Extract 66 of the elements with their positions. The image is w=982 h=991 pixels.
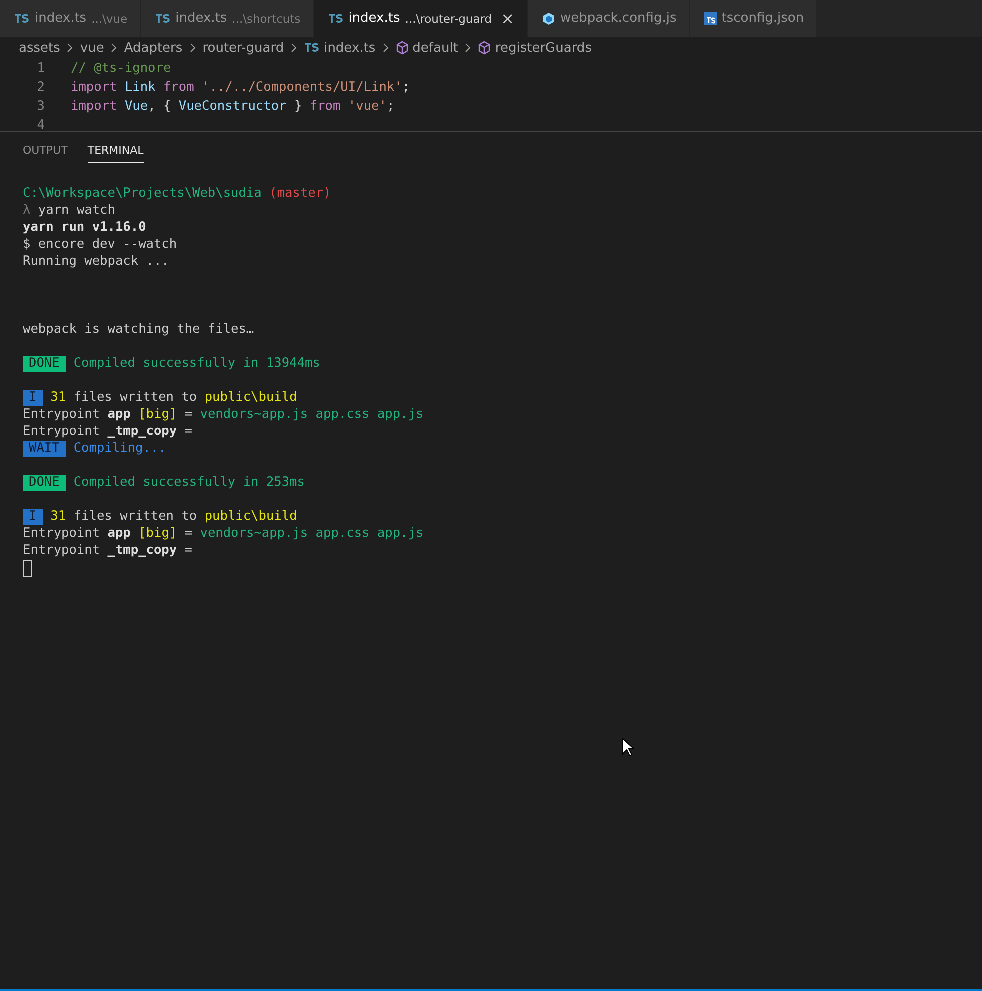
typescript-file-icon [14,14,30,24]
status-badge: WAIT [23,440,66,456]
chevron-right-icon [464,43,472,53]
cube-icon [478,41,492,55]
terminal-line: webpack is watching the files… [23,322,254,337]
status-badge: I [23,508,43,524]
editor-tab[interactable]: index.ts ...\shortcuts [140,0,314,37]
chevron-right-icon [110,43,118,53]
breadcrumb-item[interactable]: assets [19,40,60,56]
code-line: import Vue, { VueConstructor } from 'vue'; [71,99,395,114]
terminal-line: Compiling... [74,441,166,456]
cube-file-icon [542,12,556,26]
line-number: 2 [36,80,46,95]
typescript-config-icon [704,12,717,25]
code-line: // @ts-ignore [71,61,172,76]
terminal-cursor [23,560,32,577]
cube-icon [396,41,409,55]
terminal-line: λ yarn watch [23,203,116,218]
chevron-right-icon [188,43,197,53]
tab-filename: webpack.config.js [560,11,677,26]
typescript-file-icon [328,14,344,24]
tab-filename: index.ts [348,11,400,26]
line-number: 3 [36,99,46,114]
chevron-right-icon [290,43,298,53]
breadcrumb-item[interactable]: vue [80,40,104,56]
editor-tab[interactable]: index.ts ...\router-guard × [314,0,528,37]
breadcrumb-item[interactable]: registerGuards [495,40,592,56]
mouse-pointer-icon [622,738,634,757]
terminal-line: Entrypoint _tmp_copy = [23,424,193,439]
breadcrumb-item[interactable]: index.ts [324,40,376,56]
tab-filename: tsconfig.json [722,11,804,26]
status-badge: DONE [23,356,66,372]
line-number: 1 [36,61,46,76]
terminal-line: Compiled successfully in 13944ms [74,356,320,371]
chevron-right-icon [66,43,74,53]
typescript-file-icon [304,43,320,53]
breadcrumb-item[interactable]: Adapters [124,40,183,56]
terminal-line: Entrypoint _tmp_copy = [23,543,193,558]
terminal-line: Entrypoint app [big] = vendors~app.js app.css app.js [23,526,424,541]
panel-tab[interactable]: OUTPUT [23,144,68,163]
tab-path: ...\vue [92,12,128,26]
panel-tab[interactable]: TERMINAL [88,144,144,163]
tab-path: ...\router-guard [405,12,492,26]
terminal-line: 31 files written to public\build [50,390,298,405]
terminal-line: Running webpack ... [23,254,170,269]
terminal-line: $ encore dev --watch [23,237,178,252]
terminal-line: 31 files written to public\build [50,509,298,524]
tab-path: ...\shortcuts [232,12,301,26]
terminal-line: C:\Workspace\Projects\Web\sudia (master) [23,186,332,201]
status-badge: DONE [23,474,66,490]
editor-tab[interactable]: webpack.config.js [528,0,690,37]
tab-filename: index.ts [176,11,228,26]
tab-filename: index.ts [35,11,87,26]
code-line: import Link from '../../Components/UI/Link'; [71,80,410,95]
terminal-line: Entrypoint app [big] = vendors~app.js app.css app.js [23,407,424,422]
close-tab-button[interactable]: × [501,9,515,28]
line-number: 4 [36,118,46,131]
typescript-file-icon [154,14,171,24]
editor-tab[interactable]: index.ts ...\vue [0,0,141,37]
status-badge: I [23,390,43,406]
editor-tab[interactable]: tsconfig.json [690,0,818,37]
chevron-right-icon [382,43,390,53]
terminal-line: Compiled successfully in 253ms [74,475,305,490]
breadcrumb-item[interactable]: router-guard [202,40,284,56]
breadcrumb-item[interactable]: default [412,40,458,56]
terminal-line: yarn run v1.16.0 [23,220,146,235]
